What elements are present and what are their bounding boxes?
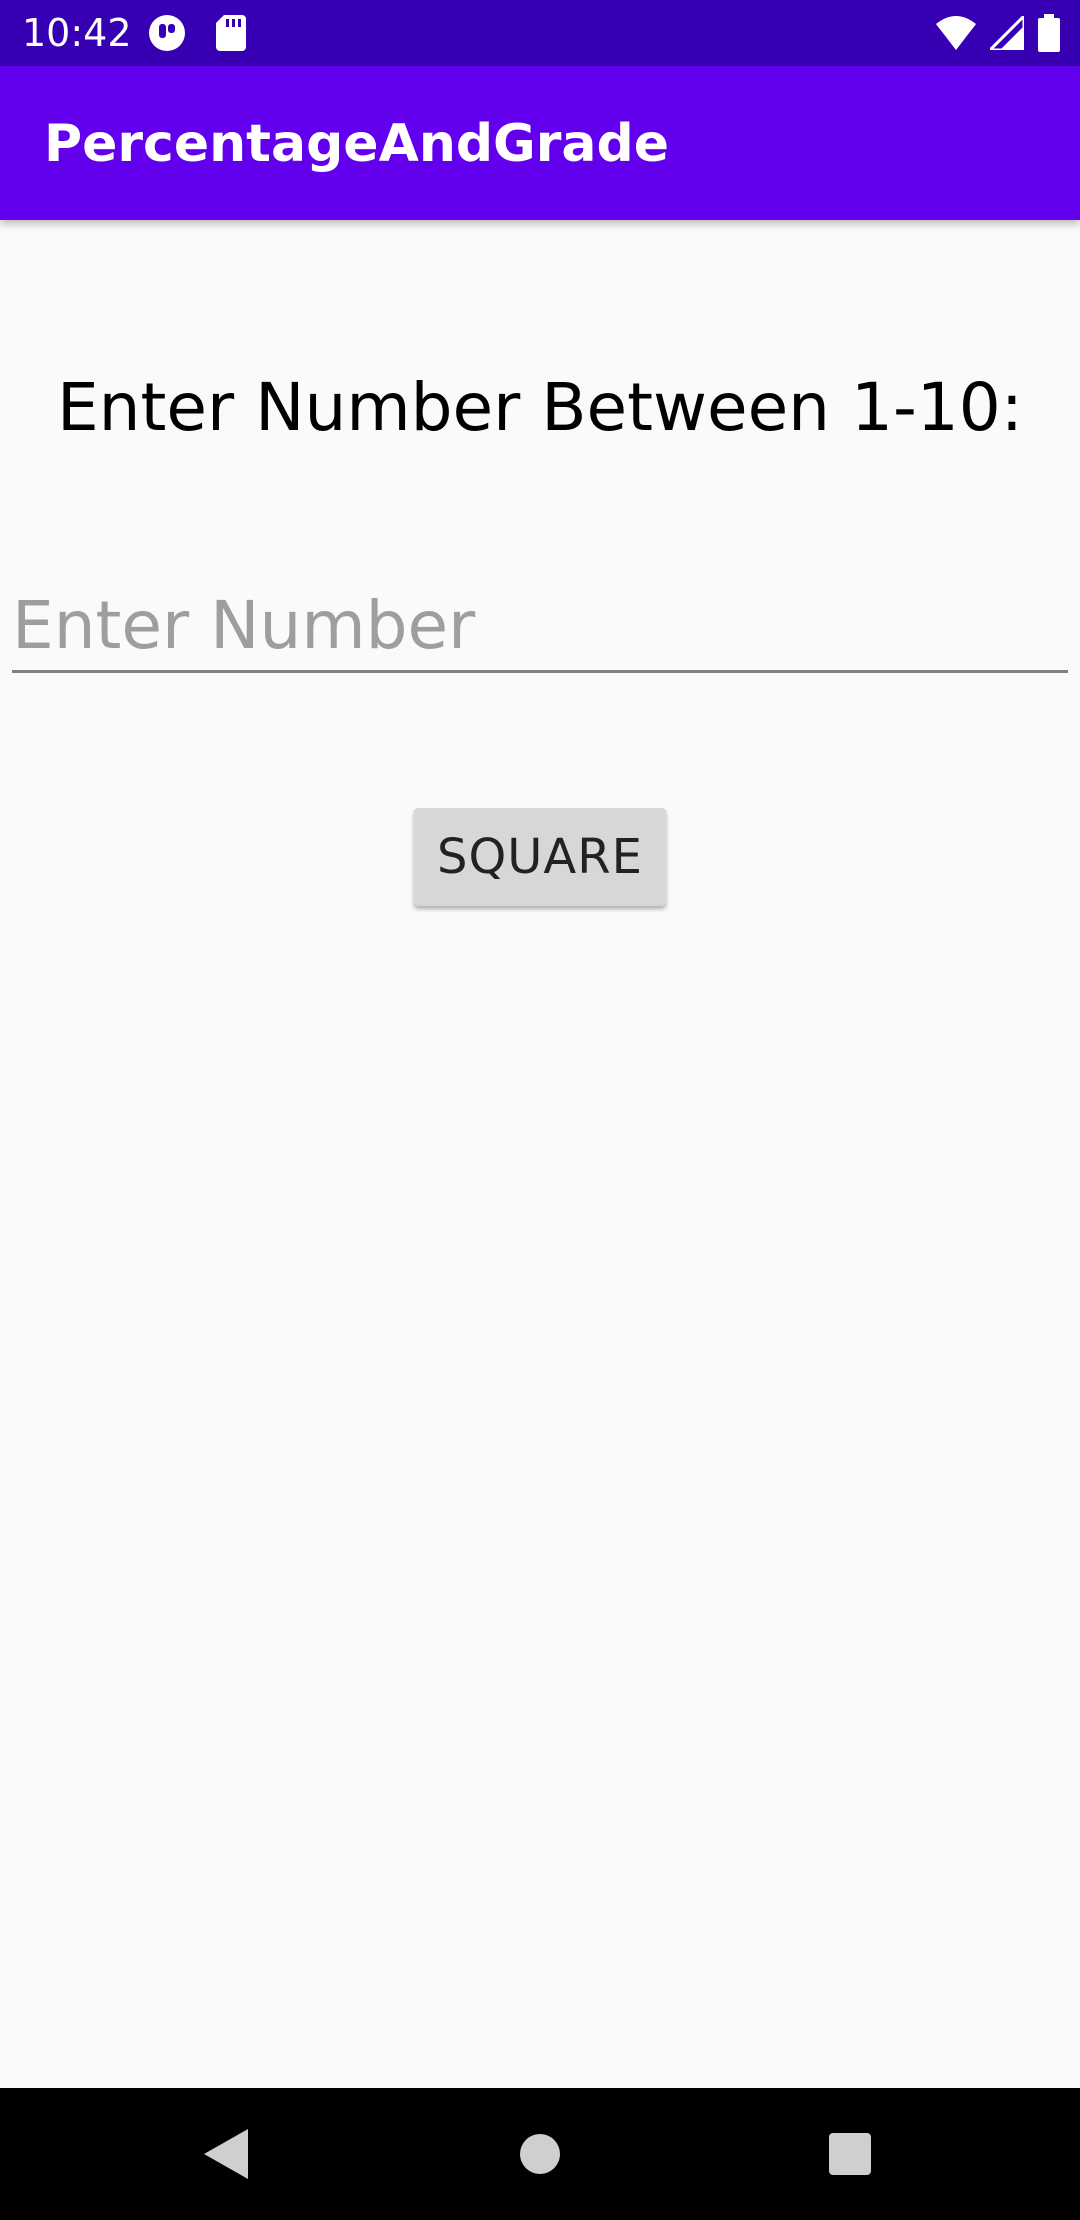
battery-icon	[1038, 14, 1060, 57]
notification-app-icon	[148, 14, 186, 57]
home-icon	[520, 2134, 560, 2174]
screen: 10:42 PercentageAndGrade Enter Number Be…	[0, 0, 1080, 2220]
recents-button[interactable]	[820, 2124, 880, 2184]
prompt-label: Enter Number Between 1-10:	[56, 369, 1024, 446]
status-left-icons	[148, 14, 246, 57]
status-right-icons	[936, 12, 1060, 57]
nav-bar	[0, 2088, 1080, 2220]
back-icon	[204, 2129, 248, 2179]
cell-signal-icon	[986, 12, 1026, 55]
app-title: PercentageAndGrade	[44, 114, 669, 174]
square-button[interactable]: SQUARE	[414, 808, 666, 906]
wifi-icon	[936, 16, 976, 55]
home-button[interactable]	[510, 2124, 570, 2184]
app-bar: PercentageAndGrade	[0, 66, 1080, 220]
sd-card-icon	[216, 15, 246, 56]
number-input[interactable]	[12, 580, 1068, 673]
status-time: 10:42	[22, 11, 132, 55]
back-button[interactable]	[196, 2124, 256, 2184]
recents-icon	[829, 2133, 871, 2175]
status-bar: 10:42	[0, 0, 1080, 66]
